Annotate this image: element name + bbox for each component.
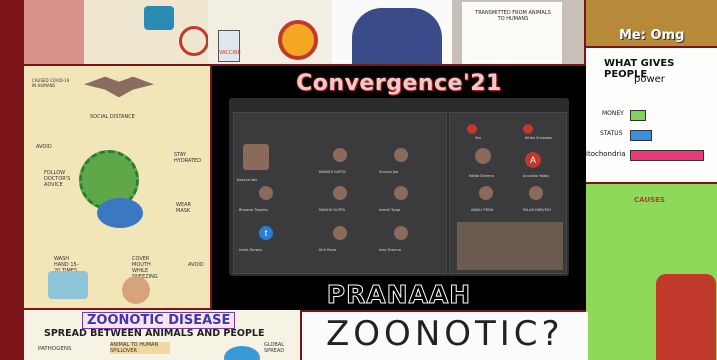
poster-bottom-middle: ZOONOTIC? [302, 312, 588, 360]
participant-name: Kaavya Vas [237, 178, 258, 182]
participant-avatar [333, 186, 347, 200]
power-chart-subtitle: power [634, 74, 665, 85]
participant-avatar: A [525, 152, 541, 168]
meme-caption: Me: Omg [619, 28, 685, 43]
label-avoid-2: AVOID [188, 262, 204, 268]
poster-top-paper: TRANSMITTED FROM ANIMALS TO HUMANS [452, 0, 584, 64]
participant-name: Isha Sharma [379, 248, 401, 252]
event-title: Convergence'21 [296, 71, 502, 96]
participant-name: MANSHI GUPTA [319, 170, 346, 174]
participant-name: PALAK DWIVEDI [523, 208, 551, 212]
power-chart: WHAT GIVES PEOPLE power MONEY STATUS ito… [586, 48, 717, 182]
participant-name: Ritika Srivastav [525, 136, 553, 140]
participant-avatar [475, 148, 491, 164]
participant-avatar [259, 186, 273, 200]
bar-money [630, 110, 646, 121]
bar-mito [630, 150, 704, 161]
poster-right-heading: CAUSES [634, 196, 665, 204]
paper-heading: TRANSMITTED FROM ANIMALS TO HUMANS [475, 10, 551, 22]
participant-avatar: t [259, 226, 273, 240]
label-mask: WEAR MASK [176, 202, 191, 214]
participant-name: Anushka Yadav [523, 174, 550, 178]
meme-panel: Me: Omg [586, 0, 717, 46]
label-social-distance: SOCIAL DISTANCE [90, 114, 135, 120]
poster-top-left: VACCINE VACCINE [24, 0, 208, 64]
bandage-icon [278, 20, 318, 60]
participant-avatar [243, 144, 269, 170]
bat-icon [84, 76, 154, 98]
tag-spillover: ANIMAL TO HUMAN SPILLOVER [110, 342, 170, 354]
crowd-illustration [656, 274, 716, 360]
globe-icon [224, 346, 260, 360]
row-label-money: MONEY [602, 110, 624, 117]
label-hydrated: STAY HYDRATED [174, 152, 202, 164]
participant-avatar [333, 148, 347, 162]
center-stage: Convergence'21 Kaavya Vas MANSHI GUPTA S… [212, 66, 586, 310]
row-label-mito: itochondria [586, 150, 626, 158]
participant-name: Kirti Rana [319, 248, 337, 252]
participant-name: MADHU GUPTA [319, 208, 346, 212]
participant-avatar [523, 124, 533, 134]
presenter-video [457, 222, 563, 270]
vaccine-bottle-label: VACCINE [219, 50, 241, 56]
participant-avatar [529, 186, 543, 200]
label-doctor: FOLLOW DOCTOR'S ADVICE [44, 170, 71, 188]
vaccine-bottle-icon [218, 30, 240, 62]
poster-left: CAUSED COVID-19 IN HUMANS SOCIAL DISTANC… [24, 66, 210, 308]
label-caused: CAUSED COVID-19 IN HUMANS [32, 78, 70, 88]
participant-name: Shivani Jha [379, 170, 399, 174]
team-name: PRANAAH [326, 280, 472, 310]
photo-top-middle [332, 0, 452, 64]
person-shirt [352, 8, 442, 64]
row-label-status: STATUS [600, 130, 623, 137]
person-sneeze-icon [122, 276, 150, 304]
poster-right-green: CAUSES [586, 184, 717, 360]
participant-name: You [475, 136, 482, 140]
zoonotic-subtitle: SPREAD BETWEEN ANIMALS AND PEOPLE [44, 328, 265, 339]
participant-avatar [333, 226, 347, 240]
globe-icon [97, 198, 143, 228]
no-touch-icon [179, 26, 208, 56]
label-avoid: AVOID [36, 144, 52, 150]
tag-global-spread: GLOBAL SPREAD [264, 342, 285, 354]
participant-avatar [394, 226, 408, 240]
participant-name: Bhawna Tripathy [239, 208, 269, 212]
bar-status [630, 130, 652, 141]
meeting-screenshot: Kaavya Vas MANSHI GUPTA Shivani Jha Bhaw… [229, 98, 569, 276]
participant-name: ANJALI PRIYA [471, 208, 494, 212]
participant-avatar [394, 148, 408, 162]
participant-name: Ishita Tanwar [239, 248, 263, 252]
hands-icon [48, 271, 88, 299]
participant-avatar [467, 124, 477, 134]
poster-bottom-left: ZOONOTIC DISEASE SPREAD BETWEEN ANIMALS … [24, 310, 300, 360]
tag-pathogens: PATHOGENS [38, 346, 72, 352]
hand-wash-icon [144, 6, 174, 30]
zoonotic-title: ZOONOTIC DISEASE [82, 312, 236, 329]
participant-avatar [394, 186, 408, 200]
poster-top-left-b: VACCINE [208, 0, 332, 64]
participant-name: Ishmit Tyagi [379, 208, 400, 212]
zoonotic-question: ZOONOTIC? [326, 314, 564, 354]
participant-name: Nikita Sharma [469, 174, 494, 178]
participant-avatar [479, 186, 493, 200]
